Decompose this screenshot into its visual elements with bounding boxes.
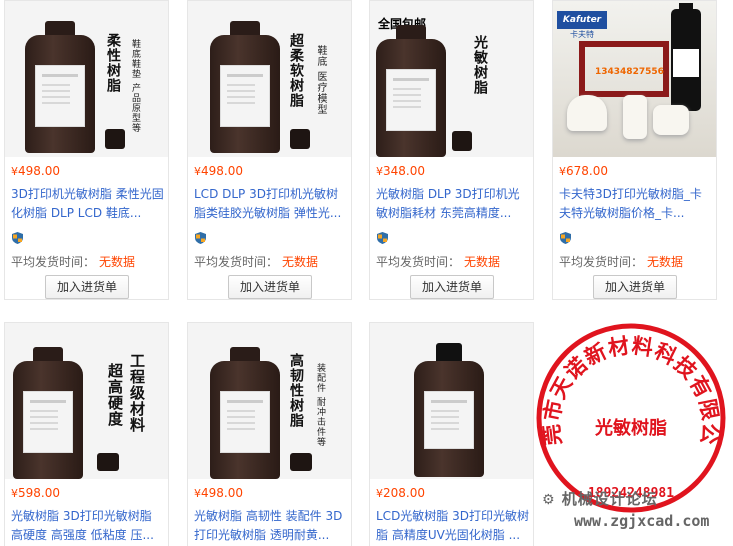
shipping-time: 平均发货时间： 无数据: [559, 255, 684, 269]
product-title-link[interactable]: LCD DLP 3D打印机光敏树脂类硅胶光敏树脂 弹性光...: [194, 185, 348, 223]
shield-icon: [12, 232, 23, 244]
product-card: 工程级材料 超高硬度 ¥598.00 光敏树脂 3D打印光敏树脂 高硬度 高强度…: [4, 322, 169, 546]
product-image[interactable]: [370, 323, 533, 479]
forum-watermark: ⚙ 机械设计论坛: [542, 490, 658, 508]
watermark-url: www.zgjxcad.com: [574, 512, 710, 530]
image-subtext: 装配件 耐冲击件等: [315, 363, 325, 447]
image-headline: 高韧性树脂: [288, 353, 304, 428]
product-price: ¥348.00: [376, 164, 425, 178]
product-title-link[interactable]: 卡夫特3D打印光敏树脂_卡夫特光敏树脂价格_卡...: [559, 185, 713, 223]
product-title-link[interactable]: LCD光敏树脂 3D打印光敏树脂 高精度UV光固化树脂 ...: [376, 507, 530, 545]
shield-icon: [195, 232, 206, 244]
product-price: ¥498.00: [11, 164, 60, 178]
shipping-time: 平均发货时间： 无数据: [376, 255, 501, 269]
product-price: ¥498.00: [194, 164, 243, 178]
product-grid: 柔性树脂 鞋底鞋垫 产品原型等 ¥498.00 3D打印机光敏树脂 柔性光固化树…: [0, 0, 733, 546]
phone-text: 13434827556: [595, 67, 664, 77]
product-title-link[interactable]: 光敏树脂 3D打印光敏树脂 高硬度 高强度 低粘度 压...: [11, 507, 165, 545]
image-headline: 柔性树脂: [105, 33, 121, 93]
product-price: ¥678.00: [559, 164, 608, 178]
product-card: 超柔软树脂 鞋底 医疗模型 ¥498.00 LCD DLP 3D打印机光敏树脂类…: [187, 0, 352, 300]
product-image[interactable]: Kafuter 卡夫特 13434827556: [553, 1, 716, 157]
printed-model: [623, 95, 647, 139]
brand-logo-cn: 卡夫特: [570, 30, 594, 39]
product-image[interactable]: 工程级材料 超高硬度: [5, 323, 168, 479]
shield-icon: [560, 232, 571, 244]
product-price: ¥598.00: [11, 486, 60, 500]
product-title-link[interactable]: 光敏树脂 高韧性 装配件 3D打印光敏树脂 透明耐黄...: [194, 507, 348, 545]
brand-logo: Kafuter: [557, 11, 607, 29]
product-card: ¥208.00 LCD光敏树脂 3D打印光敏树脂 高精度UV光固化树脂 ...: [369, 322, 534, 546]
company-seal: 东莞市天诺新材料科技有限公司 光敏树脂 18924248981: [535, 322, 726, 513]
product-card: Kafuter 卡夫特 13434827556 ¥678.00 卡夫特3D打印光…: [552, 0, 717, 300]
add-to-purchase-list-button[interactable]: 加入进货单: [593, 275, 677, 299]
product-image[interactable]: 柔性树脂 鞋底鞋垫 产品原型等: [5, 1, 168, 157]
seal-center-text: 光敏树脂: [594, 417, 667, 439]
product-title-link[interactable]: 光敏树脂 DLP 3D打印机光敏树脂耗材 东莞高精度...: [376, 185, 530, 223]
product-image[interactable]: 高韧性树脂 装配件 耐冲击件等: [188, 323, 351, 479]
image-headline-2: 超高硬度: [106, 363, 124, 427]
image-headline: 工程级材料: [128, 353, 146, 433]
printed-model: [567, 95, 607, 131]
product-title-link[interactable]: 3D打印机光敏树脂 柔性光固化树脂 DLP LCD 鞋底...: [11, 185, 165, 223]
product-card: 柔性树脂 鞋底鞋垫 产品原型等 ¥498.00 3D打印机光敏树脂 柔性光固化树…: [4, 0, 169, 300]
shipping-time: 平均发货时间： 无数据: [11, 255, 136, 269]
product-card: 高韧性树脂 装配件 耐冲击件等 ¥498.00 光敏树脂 高韧性 装配件 3D打…: [187, 322, 352, 546]
product-bottle: [671, 3, 701, 111]
shipping-time: 平均发货时间： 无数据: [194, 255, 319, 269]
add-to-purchase-list-button[interactable]: 加入进货单: [228, 275, 312, 299]
product-price: ¥208.00: [376, 486, 425, 500]
product-image[interactable]: 全国包邮 光敏树脂: [370, 1, 533, 157]
image-subtext: 鞋底 医疗模型: [315, 45, 326, 116]
printed-model: [653, 105, 689, 135]
image-headline: 光敏树脂: [472, 35, 488, 95]
image-subtext: 鞋底鞋垫 产品原型等: [130, 39, 140, 133]
product-card: 全国包邮 光敏树脂 ¥348.00 光敏树脂 DLP 3D打印机光敏树脂耗材 东…: [369, 0, 534, 300]
add-to-purchase-list-button[interactable]: 加入进货单: [410, 275, 494, 299]
image-headline: 超柔软树脂: [288, 33, 304, 108]
product-image[interactable]: 超柔软树脂 鞋底 医疗模型: [188, 1, 351, 157]
add-to-purchase-list-button[interactable]: 加入进货单: [45, 275, 129, 299]
product-price: ¥498.00: [194, 486, 243, 500]
shield-icon: [377, 232, 388, 244]
